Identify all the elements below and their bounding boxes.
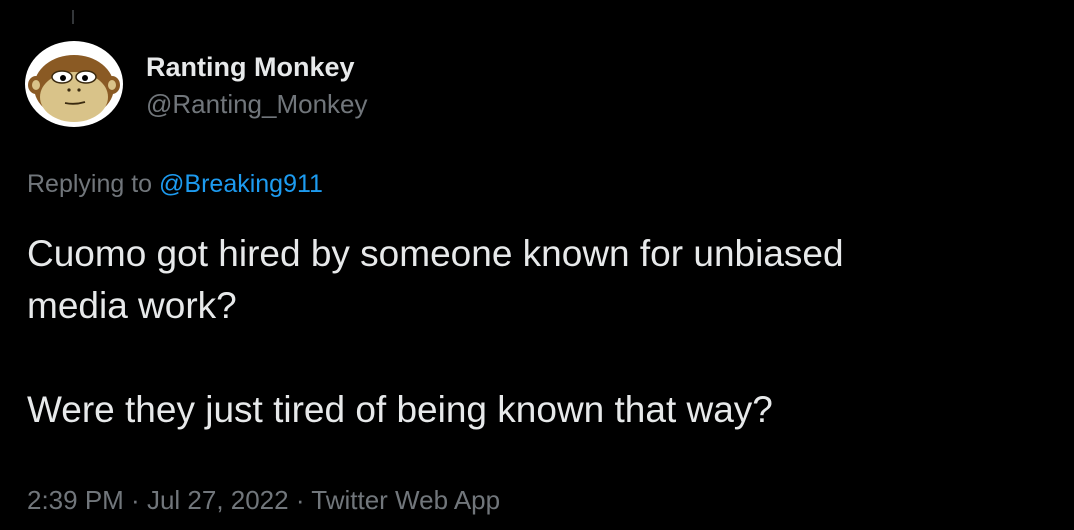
tweet-text-line: media work? <box>27 285 237 326</box>
user-names: Ranting Monkey @Ranting_Monkey <box>146 49 368 120</box>
tweet-text-line: Were they just tired of being known that… <box>27 389 773 430</box>
replying-to-label: Replying to <box>27 170 160 198</box>
tweet-date[interactable]: Jul 27, 2022 <box>147 485 289 515</box>
monkey-face-icon <box>28 55 120 122</box>
meta-separator: · <box>288 485 312 515</box>
tweet-text-line: Cuomo got hired by someone known for unb… <box>27 233 844 274</box>
tweet-source-link[interactable]: Twitter Web App <box>311 485 500 515</box>
tweet-header: Ranting Monkey @Ranting_Monkey <box>25 41 368 127</box>
thread-connector-line <box>72 10 74 24</box>
reply-mention-link[interactable]: @Breaking911 <box>159 170 323 198</box>
tweet-text: Cuomo got hired by someone known for unb… <box>27 228 1057 436</box>
replying-to-line: Replying to @Breaking911 <box>27 166 323 202</box>
tweet-metadata: 2:39 PM · Jul 27, 2022 · Twitter Web App <box>27 482 500 518</box>
meta-separator: · <box>123 485 147 515</box>
tweet-time[interactable]: 2:39 PM <box>27 485 124 515</box>
avatar[interactable] <box>25 41 123 127</box>
user-handle[interactable]: @Ranting_Monkey <box>146 88 368 120</box>
display-name[interactable]: Ranting Monkey <box>146 51 368 83</box>
